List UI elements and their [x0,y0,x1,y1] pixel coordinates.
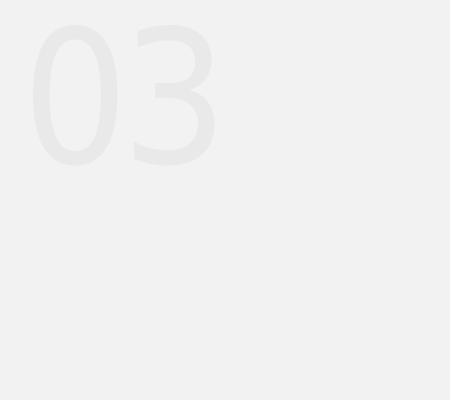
step-panel: 03 [0,0,450,400]
step-number: 03 [22,0,228,207]
